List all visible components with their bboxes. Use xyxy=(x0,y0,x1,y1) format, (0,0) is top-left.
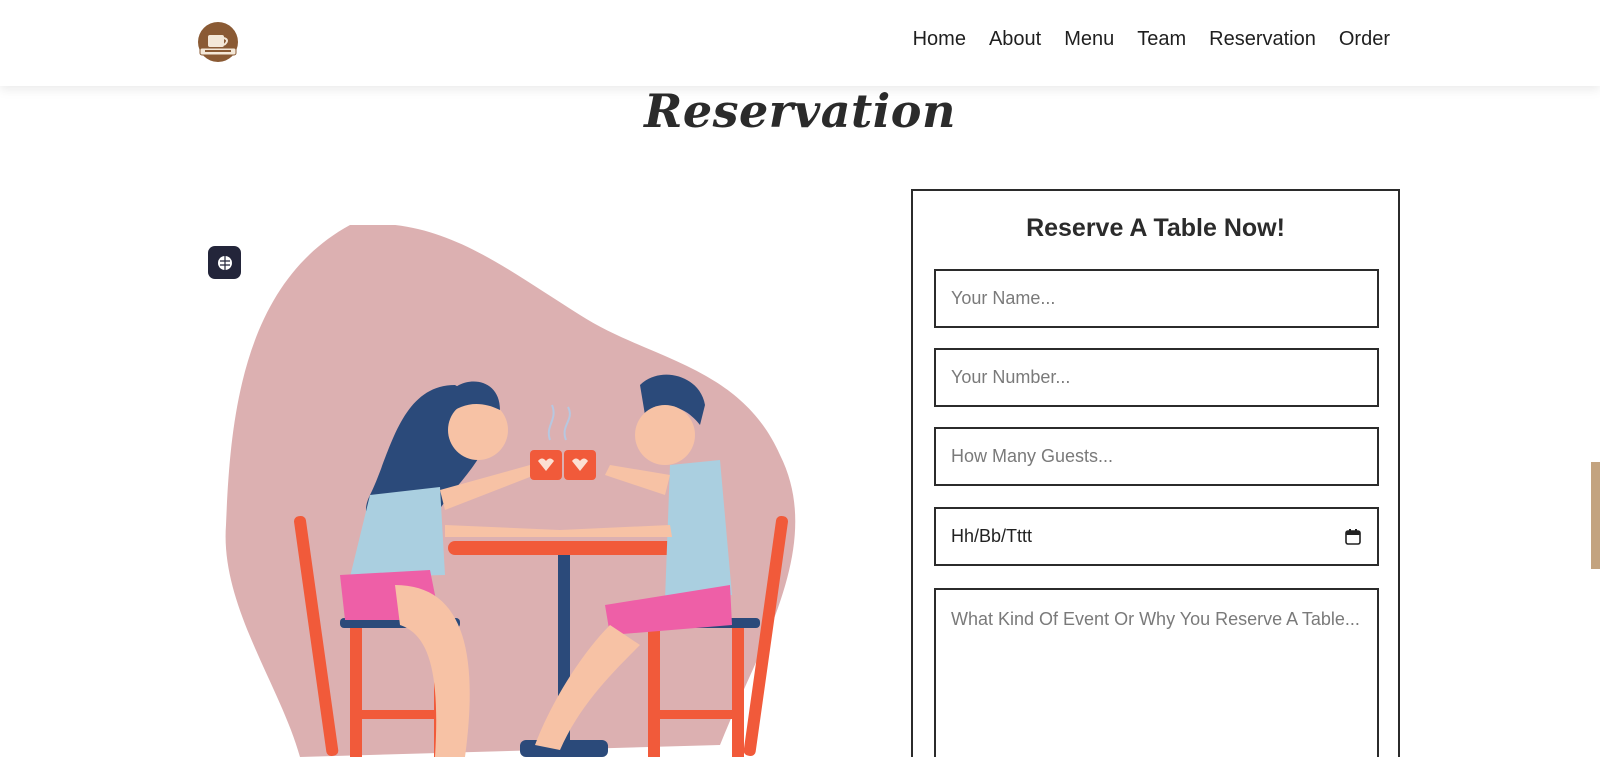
man-face xyxy=(635,405,695,465)
nav-home[interactable]: Home xyxy=(913,28,966,51)
form-heading: Reserve A Table Now! xyxy=(1026,214,1285,242)
number-input[interactable] xyxy=(934,348,1379,407)
couple-illustration xyxy=(225,225,796,757)
brain-icon[interactable] xyxy=(208,246,241,279)
nav-about[interactable]: About xyxy=(989,28,1041,51)
side-scroll-tab[interactable] xyxy=(1591,462,1600,569)
date-value: Hh/Bb/Tttt xyxy=(951,526,1033,546)
date-input[interactable]: Hh/Bb/Tttt xyxy=(934,507,1379,566)
guests-input[interactable] xyxy=(934,427,1379,486)
name-input[interactable] xyxy=(934,269,1379,328)
calendar-icon[interactable] xyxy=(1344,528,1362,546)
nav-team[interactable]: Team xyxy=(1137,28,1186,51)
table-base xyxy=(520,740,608,757)
table-top xyxy=(448,541,684,555)
nav-reservation[interactable]: Reservation xyxy=(1209,28,1316,51)
nav-menu[interactable]: Menu xyxy=(1064,28,1114,51)
coffee-cup-logo[interactable] xyxy=(195,20,241,64)
event-textarea[interactable] xyxy=(934,588,1379,757)
nav-links: Home About Menu Team Reservation Order xyxy=(890,28,1390,51)
nav-order[interactable]: Order xyxy=(1339,28,1390,51)
section-title: Reservation xyxy=(644,84,956,138)
reservation-form: Reserve A Table Now! Hh/Bb/Tttt xyxy=(911,189,1400,757)
navbar: Home About Menu Team Reservation Order xyxy=(0,0,1600,86)
